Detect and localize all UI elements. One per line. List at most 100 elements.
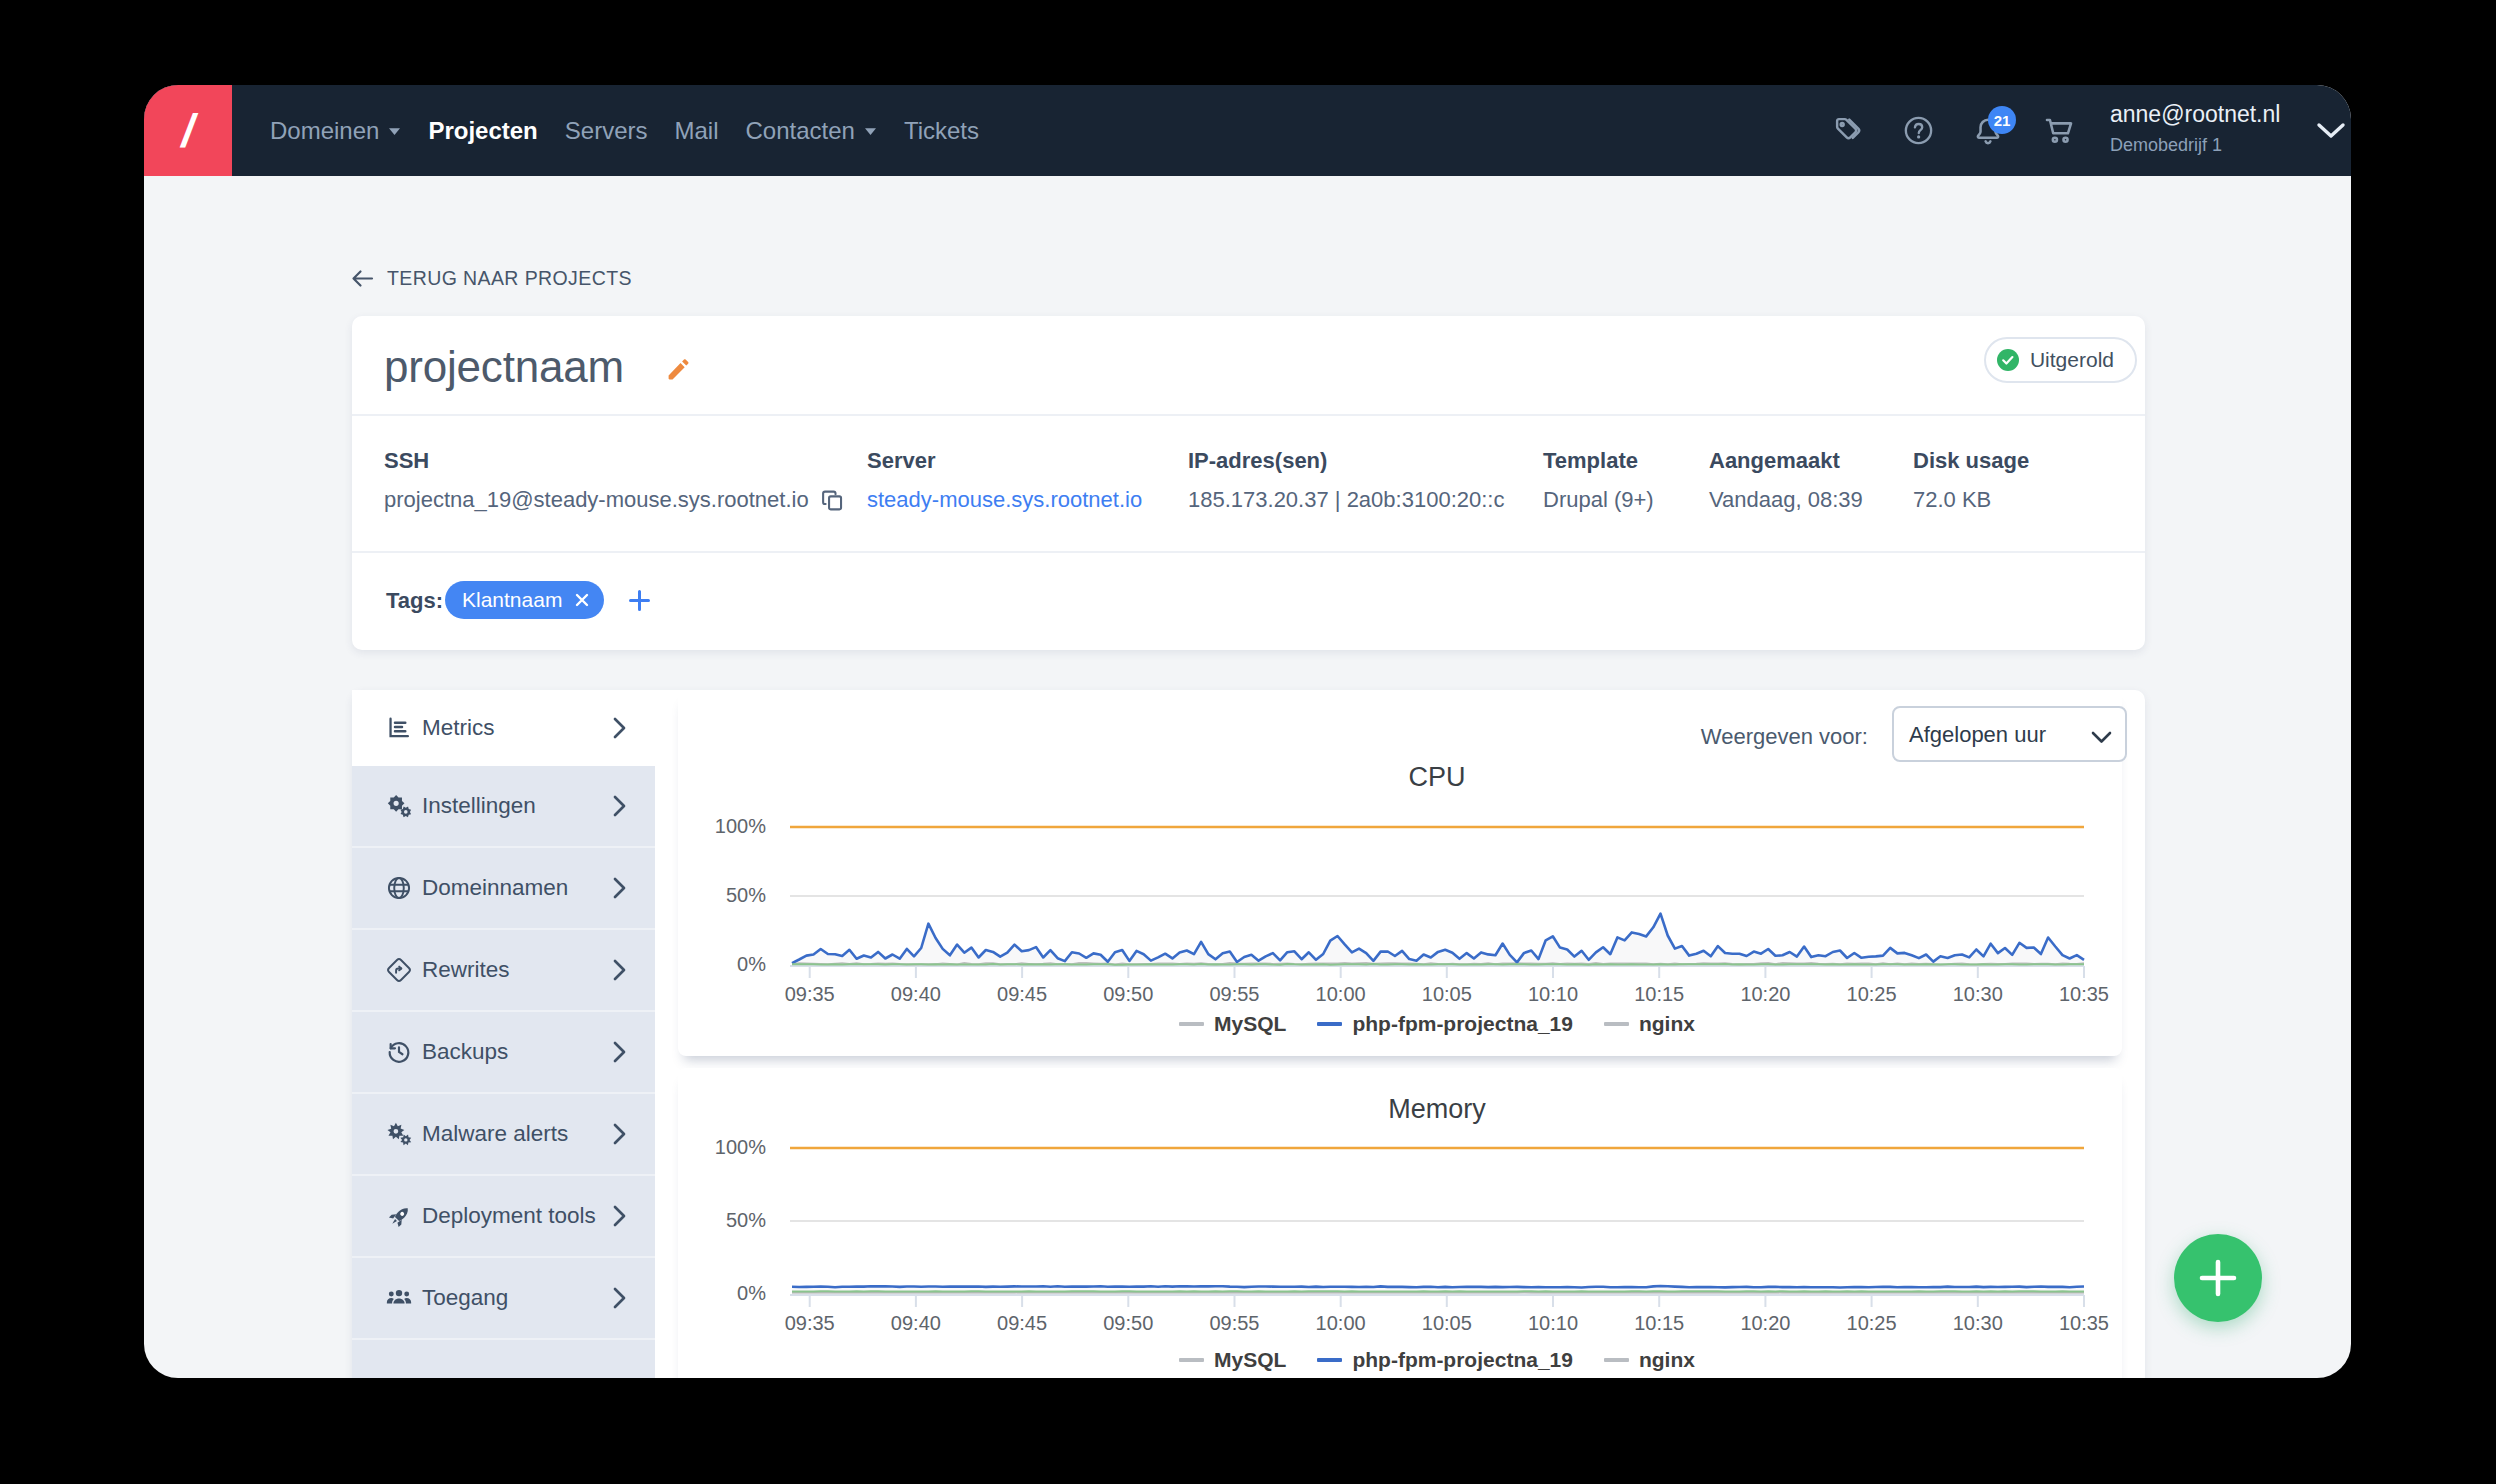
sidebar-item-malware-alerts[interactable]: Malware alerts	[352, 1094, 655, 1176]
sidebar-item-rewrites[interactable]: Rewrites	[352, 930, 655, 1012]
legend-item[interactable]: MySQL	[1179, 1012, 1286, 1036]
x-tick-label: 10:10	[1508, 983, 1598, 1006]
x-tick-label: 10:20	[1720, 1312, 1810, 1335]
x-tick-label: 09:45	[977, 983, 1067, 1006]
tag-remove-x-icon[interactable]	[575, 593, 589, 607]
sidebar-item-backups[interactable]: Backups	[352, 1012, 655, 1094]
nav-item-mail[interactable]: Mail	[674, 117, 718, 145]
brand-logo[interactable]: /	[144, 85, 232, 176]
legend-item[interactable]: php-fpm-projectna_19	[1317, 1012, 1573, 1036]
memory-chart-legend: MySQL php-fpm-projectna_19 nginx	[790, 1348, 2084, 1372]
y-tick-label: 100%	[678, 815, 766, 838]
x-tick-label: 10:10	[1508, 1312, 1598, 1335]
x-tick-label: 09:55	[1189, 983, 1279, 1006]
x-tick-label: 10:25	[1827, 983, 1917, 1006]
logo-slash: /	[182, 104, 195, 158]
status-badge: Uitgerold	[1984, 337, 2137, 383]
sidebar-item-domeinnamen[interactable]: Domeinnamen	[352, 848, 655, 930]
app-window: / Domeinen Projecten Servers Mail Contac…	[144, 85, 2351, 1378]
sidebar-item-label: Malware alerts	[422, 1121, 568, 1147]
sidebar-item-partial[interactable]	[352, 1340, 655, 1378]
sidebar-item-label: Backups	[422, 1039, 508, 1065]
x-tick-label: 10:25	[1827, 1312, 1917, 1335]
detail-label: Template	[1543, 448, 1638, 474]
chevron-right-icon	[612, 876, 627, 900]
tags-icon[interactable]	[1828, 85, 1868, 176]
y-tick-label: 0%	[678, 953, 766, 976]
project-title: projectnaam	[384, 342, 624, 392]
detail-value: 72.0 KB	[1913, 487, 1991, 513]
y-tick-label: 100%	[678, 1136, 766, 1159]
user-menu[interactable]: anne@rootnet.nl Demobedrijf 1	[2110, 101, 2280, 156]
sidebar-item-deployment-tools[interactable]: Deployment tools	[352, 1176, 655, 1258]
metrics-icon	[385, 715, 413, 741]
chevron-right-icon	[612, 1286, 627, 1310]
gears-icon	[385, 793, 413, 820]
history-icon	[385, 1039, 413, 1065]
users-icon	[385, 1284, 413, 1312]
memory-chart-card: Memory 100%50%0% 09:3509:4009:4509:5009:…	[678, 1068, 2122, 1378]
arrow-left-icon	[351, 269, 374, 288]
x-tick-label: 09:40	[871, 1312, 961, 1335]
sidebar-item-instellingen[interactable]: Instellingen	[352, 766, 655, 848]
plus-icon	[2197, 1257, 2239, 1299]
user-company: Demobedrijf 1	[2110, 135, 2280, 156]
nav-item-label: Tickets	[904, 117, 979, 145]
x-tick-label: 09:50	[1083, 1312, 1173, 1335]
sidebar-item-metrics[interactable]: Metrics	[352, 690, 655, 766]
detail-value-text: Drupal (9+)	[1543, 487, 1654, 513]
edit-pencil-icon[interactable]	[665, 356, 692, 387]
detail-value-text: 72.0 KB	[1913, 487, 1991, 513]
back-link-label: TERUG NAAR PROJECTS	[387, 267, 632, 290]
detail-value-text: 185.173.20.37 | 2a0b:3100:20::c	[1188, 487, 1504, 513]
legend-dash	[1317, 1022, 1342, 1026]
nav-item-tickets[interactable]: Tickets	[904, 117, 979, 145]
nav-item-label: Domeinen	[270, 117, 379, 145]
chevron-right-icon	[612, 716, 627, 740]
notification-count-badge[interactable]: 21	[1988, 106, 2016, 134]
legend-label: php-fpm-projectna_19	[1352, 1348, 1573, 1372]
detail-value[interactable]: steady-mouse.sys.rootnet.io	[867, 487, 1142, 513]
legend-label: MySQL	[1214, 1012, 1286, 1036]
x-tick-label: 10:35	[2039, 983, 2129, 1006]
screen-background: / Domeinen Projecten Servers Mail Contac…	[0, 0, 2496, 1484]
nav-item-servers[interactable]: Servers	[565, 117, 648, 145]
legend-label: MySQL	[1214, 1348, 1286, 1372]
add-fab-button[interactable]	[2174, 1234, 2262, 1322]
x-tick-label: 09:45	[977, 1312, 1067, 1335]
back-link[interactable]: TERUG NAAR PROJECTS	[351, 267, 632, 290]
nav-item-contacten[interactable]: Contacten	[745, 117, 876, 145]
legend-item[interactable]: nginx	[1604, 1012, 1695, 1036]
add-tag-button[interactable]	[629, 590, 650, 611]
x-tick-label: 10:15	[1614, 1312, 1704, 1335]
status-label: Uitgerold	[2030, 348, 2114, 372]
caret-down-icon	[864, 127, 877, 136]
legend-dash	[1179, 1358, 1204, 1362]
x-tick-label: 09:55	[1189, 1312, 1279, 1335]
sidebar-item-label: Deployment tools	[422, 1203, 596, 1229]
sidebar-item-label: Domeinnamen	[422, 875, 568, 901]
detail-value: Drupal (9+)	[1543, 487, 1654, 513]
tag-pill-klantnaam[interactable]: Klantnaam	[445, 581, 604, 619]
sidebar-item-label: Toegang	[422, 1285, 508, 1311]
nav-item-projecten[interactable]: Projecten	[428, 117, 537, 145]
metrics-panel: Metrics Instellingen Domeinnamen Rewrite…	[352, 690, 2145, 1378]
tags-row: Tags: Klantnaam	[352, 551, 2145, 650]
x-tick-label: 10:15	[1614, 983, 1704, 1006]
legend-dash	[1604, 1358, 1629, 1362]
legend-item[interactable]: nginx	[1604, 1348, 1695, 1372]
cpu-chart-legend: MySQL php-fpm-projectna_19 nginx	[790, 1012, 2084, 1036]
help-icon[interactable]	[1898, 85, 1938, 176]
user-email: anne@rootnet.nl	[2110, 101, 2280, 128]
cart-icon[interactable]	[2040, 85, 2080, 176]
copy-icon[interactable]	[820, 488, 845, 513]
nav-item-domeinen[interactable]: Domeinen	[270, 117, 401, 145]
legend-item[interactable]: MySQL	[1179, 1348, 1286, 1372]
detail-label: Server	[867, 448, 936, 474]
tag-label: Klantnaam	[462, 588, 562, 612]
top-navbar: / Domeinen Projecten Servers Mail Contac…	[144, 85, 2351, 176]
sidebar-item-toegang[interactable]: Toegang	[352, 1258, 655, 1340]
cpu-chart-card: Weergeven voor: Afgelopen uur CPU 100%50…	[678, 690, 2122, 1056]
legend-item[interactable]: php-fpm-projectna_19	[1317, 1348, 1573, 1372]
user-chevron-down-icon[interactable]	[2316, 122, 2346, 143]
